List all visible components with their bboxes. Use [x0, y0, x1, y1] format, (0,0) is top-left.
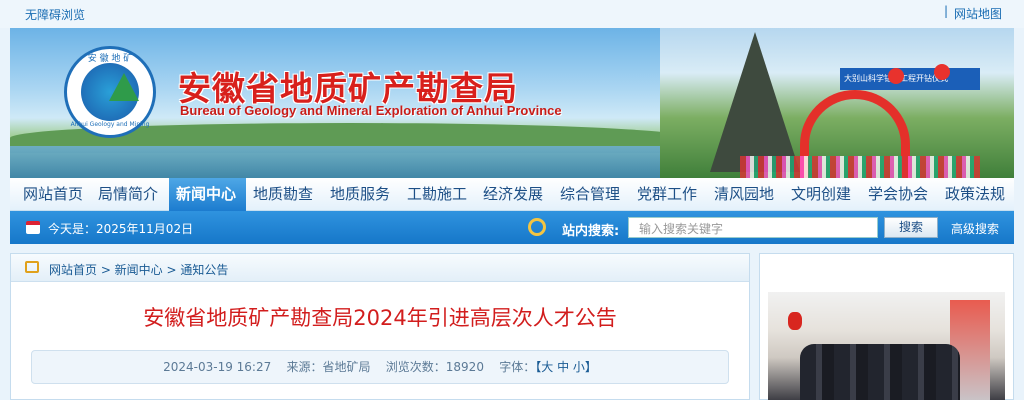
- article-source: 来源：省地矿局: [286, 360, 371, 374]
- site-title-english: Bureau of Geology and Mineral Exploratio…: [180, 103, 562, 118]
- balloon-graphic: [888, 68, 904, 84]
- ceremony-banner-text: 大别山科学钻探工程开钻仪式: [840, 68, 980, 90]
- nav-item-services[interactable]: 地质服务: [330, 178, 390, 211]
- main-nav: 网站首页 局情简介 新闻中心 地质勘查 地质服务 工勘施工 经济发展 综合管理 …: [10, 178, 1014, 211]
- nav-item-party[interactable]: 党群工作: [637, 178, 697, 211]
- advanced-search-link[interactable]: 高级搜索: [951, 220, 999, 237]
- balloon-graphic: [934, 64, 950, 80]
- logo-mountain-icon: [109, 73, 139, 101]
- nav-item-exploration[interactable]: 地质勘查: [253, 178, 313, 211]
- search-label: 站内搜索:: [562, 224, 620, 239]
- nav-item-management[interactable]: 综合管理: [560, 178, 620, 211]
- side-panel: [759, 253, 1014, 400]
- accessibility-link[interactable]: 无障碍浏览: [25, 6, 85, 23]
- bureau-logo[interactable]: 安 徽 地 矿 Anhui Geology and Mining: [64, 46, 156, 138]
- search-icon: [528, 218, 546, 236]
- breadcrumb-bar: 网站首页 > 新闻中心 > 通知公告: [11, 254, 749, 282]
- article-views: 浏览次数：18920: [385, 360, 484, 374]
- font-size-label: 字体：: [499, 360, 536, 374]
- search-button[interactable]: 搜索: [884, 217, 938, 238]
- article-meta: 2024-03-19 16:27 来源：省地矿局 浏览次数：18920 字体：【…: [31, 350, 729, 384]
- logo-text-en: Anhui Geology and Mining: [70, 121, 150, 128]
- date-search-bar: 今天是：2025年11月02日 站内搜索: 输入搜索关键字 搜索 高级搜索: [10, 211, 1014, 244]
- today-date: 今天是：2025年11月02日: [48, 222, 194, 236]
- nav-item-economy[interactable]: 经济发展: [483, 178, 543, 211]
- nav-item-civilization[interactable]: 文明创建: [791, 178, 851, 211]
- nav-item-news[interactable]: 新闻中心: [176, 178, 236, 211]
- nav-item-construction[interactable]: 工勘施工: [407, 178, 467, 211]
- calendar-icon: [26, 221, 40, 234]
- logo-emblem: [81, 63, 139, 121]
- font-size-switcher[interactable]: 【大 中 小】: [535, 360, 597, 374]
- topbar-separator: |: [943, 4, 948, 18]
- nav-item-associations[interactable]: 学会协会: [868, 178, 928, 211]
- banner-lake: [10, 146, 660, 178]
- location-pin-icon: [25, 261, 39, 273]
- top-utility-bar: 无障碍浏览 | 网站地图: [0, 0, 1024, 28]
- crowd-graphic: [740, 156, 980, 178]
- breadcrumb[interactable]: 网站首页 > 新闻中心 > 通知公告: [49, 261, 228, 278]
- nav-item-about[interactable]: 局情简介: [98, 178, 158, 211]
- lantern-graphic: [788, 312, 802, 330]
- article-panel: 网站首页 > 新闻中心 > 通知公告 安徽省地质矿产勘查局2024年引进高层次人…: [10, 253, 750, 400]
- nav-item-home[interactable]: 网站首页: [23, 178, 83, 211]
- nav-item-integrity[interactable]: 清风园地: [714, 178, 774, 211]
- nav-item-policy[interactable]: 政策法规: [945, 178, 1005, 211]
- sitemap-link[interactable]: 网站地图: [954, 5, 1002, 22]
- article-date: 2024-03-19 16:27: [163, 360, 272, 374]
- article-title: 安徽省地质矿产勘查局2024年引进高层次人才公告: [143, 306, 617, 330]
- visitors-graphic: [800, 344, 960, 400]
- drilling-tower-graphic: [710, 32, 800, 172]
- search-input[interactable]: 输入搜索关键字: [628, 217, 878, 238]
